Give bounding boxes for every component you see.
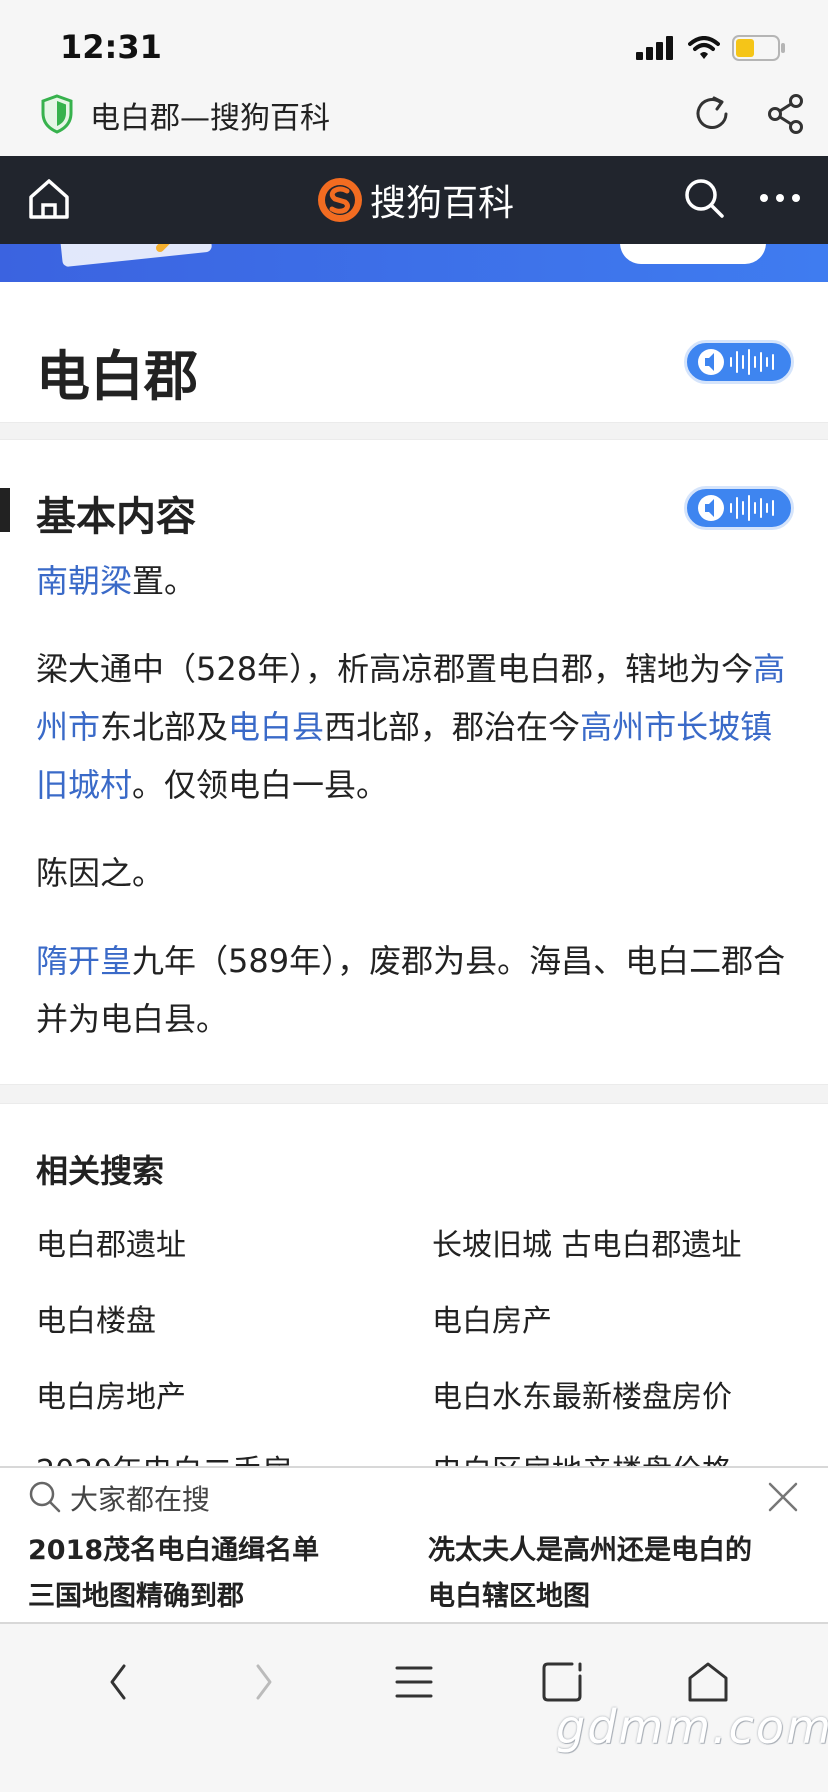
status-time: 12:31 [60,28,162,66]
paragraph-text: 置。 [132,562,197,600]
related-searches: 相关搜索 电白郡遗址 长坡旧城 古电白郡遗址 电白楼盘 电白房产 电白房地产 电… [0,1104,828,1489]
paragraph-3: 陈因之。 [36,854,165,892]
link-sui-kaihuang[interactable]: 隋开皇 [36,942,132,980]
link-nanchao-liang[interactable]: 南朝梁 [36,562,132,600]
home-icon[interactable] [26,176,72,222]
related-item[interactable]: 电白楼盘 [36,1296,156,1340]
shield-icon [41,94,73,134]
banner-button[interactable] [620,244,766,264]
page-title-in-address-bar: 电白郡—搜狗百科 [90,101,330,136]
signal-icon [636,36,673,60]
related-item[interactable]: 电白水东最新楼盘房价 [432,1372,732,1416]
sogou-logo-icon [318,178,362,222]
back-button[interactable] [88,1652,148,1712]
site-header: 搜狗百科 [0,156,828,244]
paragraph-1: 南朝梁置。 [36,552,796,610]
speaker-icon [698,495,774,521]
article-title: 电白郡 [36,345,198,408]
trending-item[interactable]: 冼太夫人是高州还是电白的 [428,1528,752,1567]
trending-header: 大家都在搜 [70,1483,211,1516]
watermark: gdmm.com [556,1700,828,1754]
paragraph-4: 隋开皇九年（589年），废郡为县。海昌、电白二郡合并为电白县。 [36,932,796,1048]
battery-icon [732,35,785,61]
status-icons [636,34,786,62]
article-header: 电白郡 [0,282,828,422]
logo-text: 搜狗百科 [370,183,515,224]
menu-button[interactable] [384,1652,444,1712]
trending-search-panel: 大家都在搜 2018茂名电白通缉名单 冼太夫人是高州还是电白的 三国地图精确到郡… [0,1466,828,1624]
section-title: 基本内容 [36,494,196,540]
home-icon [688,1662,728,1702]
audio-play-button[interactable] [684,340,794,384]
related-item[interactable]: 电白房地产 [36,1372,186,1416]
paragraph-text: 东北部及 [100,708,229,746]
wifi-icon [688,36,720,59]
status-bar: 12:31 [0,0,828,86]
chevron-left-icon [110,1664,126,1700]
related-title: 相关搜索 [36,1152,165,1190]
link-dianbai-county[interactable]: 电白县 [228,708,324,746]
related-item[interactable]: 电白房产 [432,1296,552,1340]
search-icon [29,1481,61,1513]
close-icon[interactable] [766,1480,800,1514]
basic-content-section: 基本内容 南朝梁置。 梁大通中（528年），析高凉郡置电白郡，辖地为今高州市东北… [0,440,828,1084]
trending-item[interactable]: 三国地图精确到郡 [28,1574,244,1613]
section-divider [0,1084,828,1104]
section-marker [0,488,10,532]
related-item[interactable]: 电白郡遗址 [36,1220,186,1264]
share-icon[interactable] [764,92,808,136]
menu-icon [395,1666,433,1698]
trending-item[interactable]: 2018茂名电白通缉名单 [28,1528,319,1567]
banner-decoration [58,244,212,267]
paragraph-text: 梁大通中（528年），析高凉郡置电白郡，辖地为今 [36,650,754,688]
promo-banner[interactable] [0,244,828,282]
paragraph-text: 西北部，郡治在今 [324,708,581,746]
speaker-icon [698,349,774,375]
related-item[interactable]: 长坡旧城 古电白郡遗址 [432,1220,742,1264]
trending-item[interactable]: 电白辖区地图 [428,1574,590,1613]
paragraph-text: 。仅领电白一县。 [132,766,389,804]
search-icon[interactable] [682,176,726,220]
more-icon[interactable] [758,188,802,208]
forward-button[interactable] [234,1652,294,1712]
tabs-icon [542,1662,582,1702]
reload-icon[interactable] [690,92,734,136]
browser-address-bar[interactable]: 电白郡—搜狗百科 [0,86,828,156]
paragraph-text: 九年（589年），废郡为县。海昌、电白二郡合并为电白县。 [36,942,786,1038]
chevron-right-icon [256,1664,272,1700]
section-audio-button[interactable] [684,486,794,530]
section-divider [0,422,828,440]
paragraph-2: 梁大通中（528年），析高凉郡置电白郡，辖地为今高州市东北部及电白县西北部，郡治… [36,640,796,814]
sogou-baike-logo[interactable]: 搜狗百科 [316,174,514,226]
